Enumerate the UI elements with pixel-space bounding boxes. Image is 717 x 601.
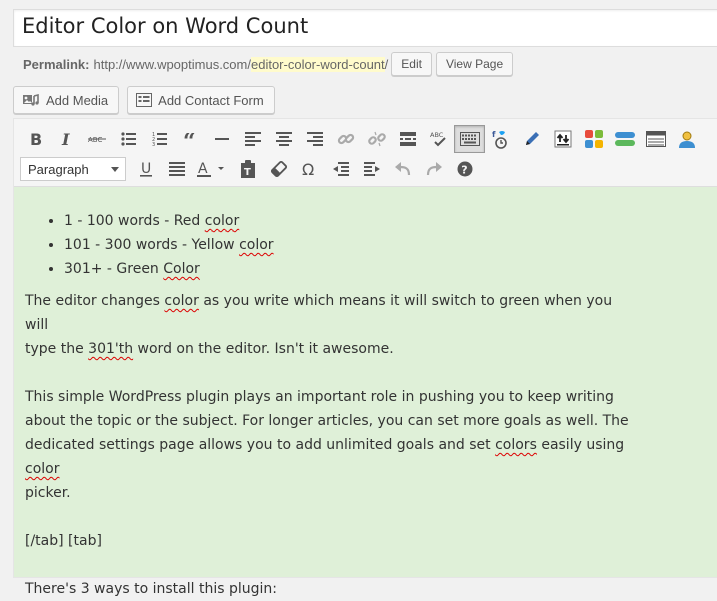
bold-icon[interactable]: B — [20, 125, 51, 153]
format-select-value: Paragraph — [28, 161, 89, 177]
svg-text:Ω: Ω — [302, 161, 314, 177]
align-center-icon[interactable] — [268, 125, 299, 153]
align-right-icon[interactable] — [299, 125, 330, 153]
paragraph: This simple WordPress plugin plays an im… — [25, 389, 629, 501]
stack-icon[interactable] — [609, 125, 640, 153]
view-page-button[interactable]: View Page — [435, 52, 514, 76]
user-icon[interactable] — [671, 125, 702, 153]
svg-text:T: T — [244, 167, 251, 178]
chevron-down-icon — [111, 166, 119, 172]
permalink-bar: Permalink: http://www.wpoptimus.com/edit… — [23, 52, 514, 76]
remove-link-icon[interactable] — [361, 125, 392, 153]
toolbar-row-1: B I ABC 123 “ ABC f — [20, 125, 702, 153]
toolbar-row-2: Paragraph U A T Ω ? — [20, 155, 480, 183]
undo-icon[interactable] — [387, 155, 418, 183]
format-select[interactable]: Paragraph — [20, 157, 126, 181]
word-count-list: 1 - 100 words - Red color 101 - 300 word… — [25, 209, 635, 281]
svg-text:ABC: ABC — [88, 136, 102, 144]
italic-icon[interactable]: I — [51, 125, 82, 153]
bullet-list-icon[interactable] — [113, 125, 144, 153]
toolbar-toggle-icon[interactable] — [454, 125, 485, 153]
media-buttons: Add Media Add Contact Form — [13, 86, 275, 114]
help-icon[interactable]: ? — [449, 155, 480, 183]
indent-icon[interactable] — [356, 155, 387, 183]
clear-formatting-icon[interactable] — [263, 155, 294, 183]
pen-icon[interactable] — [516, 125, 547, 153]
permalink-base: http://www.wpoptimus.com/ — [93, 56, 251, 72]
media-icon — [23, 93, 39, 106]
underline-icon[interactable]: U — [130, 155, 161, 183]
add-contact-form-button[interactable]: Add Contact Form — [127, 86, 275, 114]
permalink-suffix: / — [384, 56, 389, 72]
paragraph: There's 3 ways to install this plugin: — [25, 581, 277, 597]
justify-icon[interactable] — [161, 155, 192, 183]
svg-text:“: “ — [183, 133, 196, 145]
svg-text:?: ? — [461, 164, 467, 177]
add-media-label: Add Media — [46, 92, 109, 108]
insert-link-icon[interactable] — [330, 125, 361, 153]
add-media-button[interactable]: Add Media — [13, 86, 120, 114]
spellcheck-icon[interactable]: ABC — [423, 125, 454, 153]
align-left-icon[interactable] — [237, 125, 268, 153]
horizontal-rule-icon[interactable] — [206, 125, 237, 153]
form-icon — [136, 93, 153, 107]
numbered-list-icon[interactable]: 123 — [144, 125, 175, 153]
editor-content[interactable]: 1 - 100 words - Red color 101 - 300 word… — [25, 209, 635, 601]
list-item: 301+ - Green Color — [64, 257, 635, 281]
svg-text:f: f — [492, 130, 496, 139]
post-editor: B I ABC 123 “ ABC f Paragraph — [13, 118, 717, 597]
strikethrough-icon[interactable]: ABC — [82, 125, 113, 153]
read-more-icon[interactable] — [392, 125, 423, 153]
list-item: 101 - 300 words - Yellow color — [64, 233, 635, 257]
blockquote-icon[interactable]: “ — [175, 125, 206, 153]
svg-text:B: B — [30, 131, 42, 147]
paragraph: The editor changes color as you write wh… — [25, 293, 613, 357]
editor-toolbar: B I ABC 123 “ ABC f Paragraph — [14, 119, 717, 187]
list-item: 1 - 100 words - Red color — [64, 209, 635, 233]
text-color-icon[interactable]: A — [192, 155, 232, 183]
svg-text:U: U — [141, 161, 151, 177]
add-contact-form-label: Add Contact Form — [158, 92, 264, 108]
svg-text:I: I — [61, 131, 70, 147]
permalink-label: Permalink: — [23, 56, 90, 72]
table-icon[interactable] — [640, 125, 671, 153]
paragraph: [/tab] [tab] — [25, 533, 102, 549]
tiles-icon[interactable] — [578, 125, 609, 153]
permalink-slug[interactable]: editor-color-word-count — [250, 56, 385, 72]
upload-icon[interactable] — [547, 125, 578, 153]
special-character-icon[interactable]: Ω — [294, 155, 325, 183]
svg-text:ABC: ABC — [430, 131, 444, 139]
paste-text-icon[interactable]: T — [232, 155, 263, 183]
edit-permalink-button[interactable]: Edit — [391, 52, 432, 76]
post-title-field[interactable]: Editor Color on Word Count — [13, 9, 717, 47]
post-title-input[interactable]: Editor Color on Word Count — [22, 14, 308, 38]
svg-text:3: 3 — [152, 142, 155, 146]
outdent-icon[interactable] — [325, 155, 356, 183]
redo-icon[interactable] — [418, 155, 449, 183]
svg-text:A: A — [198, 161, 208, 177]
social-icon[interactable]: f — [485, 125, 516, 153]
